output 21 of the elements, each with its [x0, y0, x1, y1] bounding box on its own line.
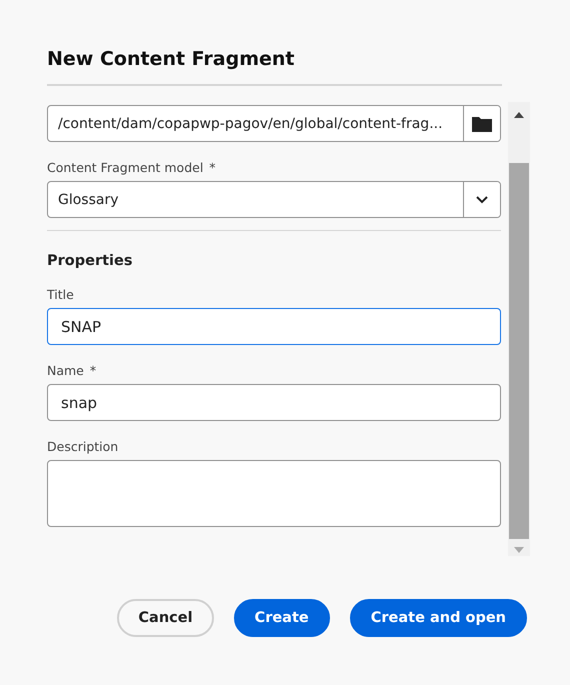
text-area[interactable]	[47, 460, 502, 527]
scroll-up-icon	[514, 112, 524, 118]
text-field[interactable]: SNAP	[47, 308, 502, 345]
dialog-title: New Content Fragment	[47, 48, 502, 86]
primary-button[interactable]: Create	[234, 599, 330, 637]
section-heading: Properties	[47, 253, 134, 269]
chevron-down-icon	[476, 196, 488, 204]
field-label: Description	[47, 439, 118, 454]
field-label: Title	[47, 287, 74, 302]
required-mark: *	[209, 160, 216, 175]
cancel-button[interactable]: Cancel	[117, 599, 214, 637]
field-label: Name	[47, 363, 84, 378]
text-field[interactable]: snap	[47, 384, 502, 421]
primary-button[interactable]: Create and open	[350, 599, 527, 637]
field-label: Content Fragment model	[47, 160, 204, 175]
scrollbar[interactable]	[508, 102, 530, 556]
required-mark: *	[90, 363, 96, 378]
browse-button[interactable]	[463, 106, 500, 141]
folder-icon	[472, 116, 492, 132]
scroll-down-icon	[514, 547, 524, 553]
dropdown-button[interactable]	[463, 182, 500, 217]
